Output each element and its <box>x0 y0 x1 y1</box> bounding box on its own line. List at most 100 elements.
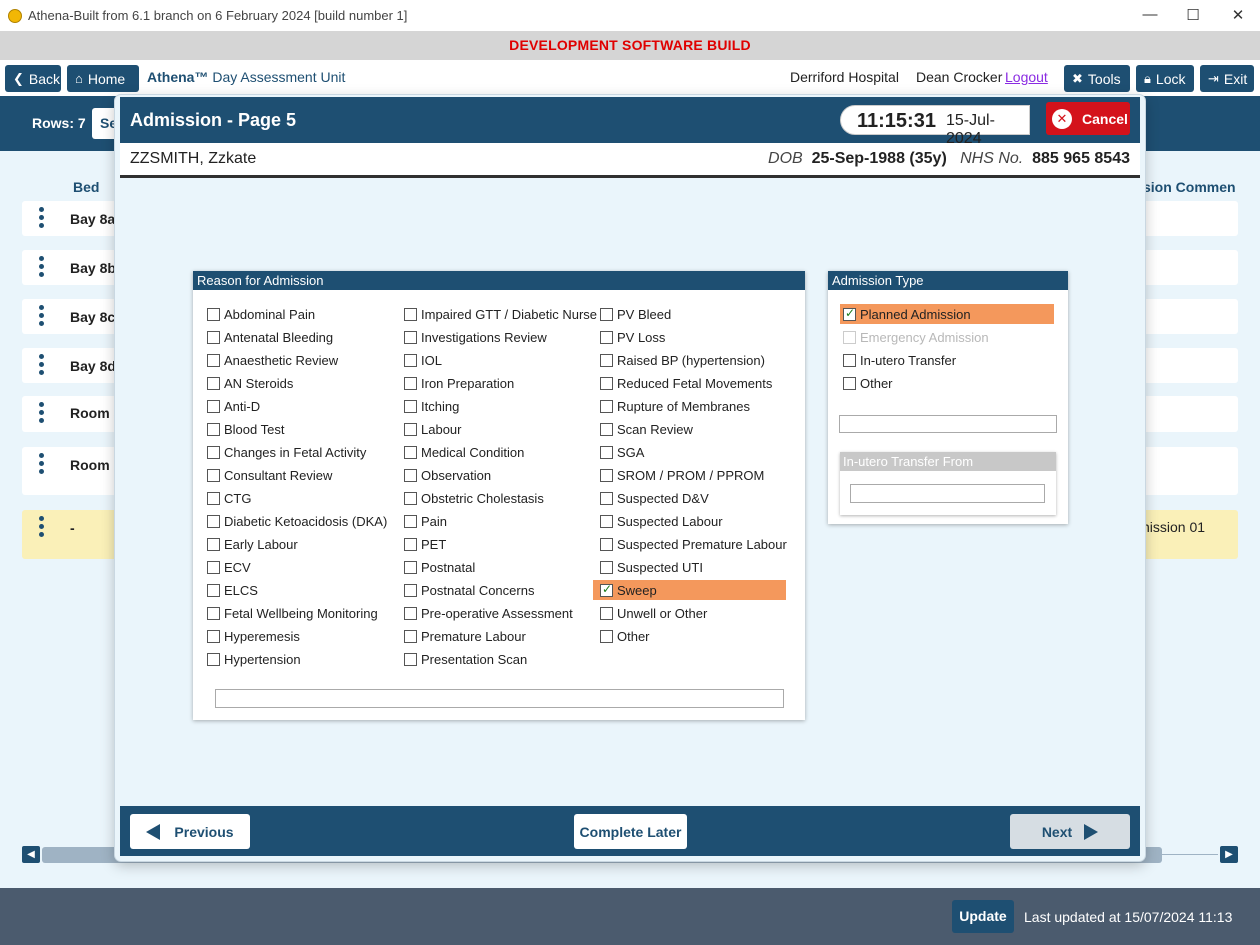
checkbox[interactable] <box>600 376 613 390</box>
reason-option-pet[interactable]: PET <box>404 534 446 554</box>
reason-option-early-labour[interactable]: Early Labour <box>207 534 298 554</box>
kebab-menu-icon[interactable] <box>39 354 45 378</box>
reason-option-srom-prom-pprom[interactable]: SROM / PROM / PPROM <box>600 465 764 485</box>
reason-option-observation[interactable]: Observation <box>404 465 491 485</box>
reason-option-suspected-uti[interactable]: Suspected UTI <box>600 557 703 577</box>
kebab-menu-icon[interactable] <box>39 402 45 426</box>
reason-option-sweep[interactable]: Sweep <box>593 580 786 600</box>
reason-option-elcs[interactable]: ELCS <box>207 580 258 600</box>
admission-type-in-utero-transfer[interactable]: In-utero Transfer <box>843 350 956 370</box>
checkbox[interactable] <box>207 399 220 413</box>
reason-option-itching[interactable]: Itching <box>404 396 459 416</box>
checkbox[interactable] <box>600 445 613 459</box>
checkbox[interactable] <box>404 652 417 666</box>
reason-option-pain[interactable]: Pain <box>404 511 447 531</box>
reason-option-pv-loss[interactable]: PV Loss <box>600 327 665 347</box>
checkbox[interactable] <box>207 652 220 666</box>
reason-option-medical-condition[interactable]: Medical Condition <box>404 442 524 462</box>
checkbox[interactable] <box>207 330 220 344</box>
reason-option-unwell-or-other[interactable]: Unwell or Other <box>600 603 707 623</box>
reason-option-hyperemesis[interactable]: Hyperemesis <box>207 626 300 646</box>
reason-option-raised-bp-hypertension[interactable]: Raised BP (hypertension) <box>600 350 765 370</box>
back-button[interactable]: ❮ Back <box>5 65 61 92</box>
checkbox[interactable] <box>404 491 417 505</box>
reason-option-labour[interactable]: Labour <box>404 419 461 439</box>
admission-type-planned-admission[interactable]: Planned Admission <box>840 304 1054 324</box>
lock-button[interactable]: 🔒︎ Lock <box>1136 65 1194 92</box>
reason-option-an-steroids[interactable]: AN Steroids <box>207 373 293 393</box>
previous-button[interactable]: Previous <box>130 814 250 849</box>
kebab-menu-icon[interactable] <box>39 207 45 231</box>
reason-option-rupture-of-membranes[interactable]: Rupture of Membranes <box>600 396 750 416</box>
reason-option-premature-labour[interactable]: Premature Labour <box>404 626 526 646</box>
checkbox[interactable] <box>404 537 417 551</box>
reason-option-diabetic-ketoacidosis-dka[interactable]: Diabetic Ketoacidosis (DKA) <box>207 511 387 531</box>
reason-option-iron-preparation[interactable]: Iron Preparation <box>404 373 514 393</box>
checkbox[interactable] <box>404 399 417 413</box>
checkbox[interactable] <box>600 330 613 344</box>
reason-option-suspected-labour[interactable]: Suspected Labour <box>600 511 723 531</box>
checkbox[interactable] <box>404 629 417 643</box>
checkbox[interactable] <box>600 491 613 505</box>
reason-option-obstetric-cholestasis[interactable]: Obstetric Cholestasis <box>404 488 544 508</box>
kebab-menu-icon[interactable] <box>39 256 45 280</box>
reason-option-reduced-fetal-movements[interactable]: Reduced Fetal Movements <box>600 373 772 393</box>
checkbox[interactable] <box>404 353 417 367</box>
scroll-left-icon[interactable]: ◀ <box>22 846 40 863</box>
reason-option-blood-test[interactable]: Blood Test <box>207 419 284 439</box>
checkbox[interactable] <box>207 560 220 574</box>
in-utero-transfer-input[interactable] <box>850 484 1045 503</box>
reason-option-ctg[interactable]: CTG <box>207 488 251 508</box>
checkbox[interactable] <box>404 422 417 436</box>
checkbox[interactable] <box>207 445 220 459</box>
home-button[interactable]: ⌂ Home <box>67 65 139 92</box>
checkbox[interactable] <box>404 583 417 597</box>
checkbox[interactable] <box>600 468 613 482</box>
next-button[interactable]: Next <box>1010 814 1130 849</box>
checkbox[interactable] <box>600 353 613 367</box>
minimize-button[interactable]: — <box>1140 6 1160 23</box>
checkbox[interactable] <box>404 330 417 344</box>
cancel-button[interactable]: ✕ Cancel <box>1046 102 1130 135</box>
checkbox[interactable] <box>600 422 613 436</box>
checkbox[interactable] <box>207 606 220 620</box>
update-button[interactable]: Update <box>952 900 1014 933</box>
checkbox[interactable] <box>843 306 856 321</box>
checkbox[interactable] <box>207 422 220 436</box>
checkbox[interactable] <box>207 629 220 643</box>
scroll-right-icon[interactable]: ▶ <box>1220 846 1238 863</box>
checkbox[interactable] <box>600 307 613 321</box>
checkbox[interactable] <box>207 376 220 390</box>
complete-later-button[interactable]: Complete Later <box>574 814 687 849</box>
reason-option-anaesthetic-review[interactable]: Anaesthetic Review <box>207 350 338 370</box>
reason-option-anti-d[interactable]: Anti-D <box>207 396 260 416</box>
exit-button[interactable]: ⇥ Exit <box>1200 65 1254 92</box>
checkbox[interactable] <box>404 445 417 459</box>
reason-option-abdominal-pain[interactable]: Abdominal Pain <box>207 304 315 324</box>
checkbox[interactable] <box>843 376 856 390</box>
checkbox[interactable] <box>600 606 613 620</box>
checkbox[interactable] <box>600 537 613 551</box>
tools-button[interactable]: ✖ Tools <box>1064 65 1130 92</box>
reason-option-ecv[interactable]: ECV <box>207 557 251 577</box>
maximize-button[interactable]: ☐ <box>1183 6 1203 24</box>
reason-option-scan-review[interactable]: Scan Review <box>600 419 693 439</box>
checkbox[interactable] <box>207 583 220 597</box>
checkbox[interactable] <box>207 514 220 528</box>
reason-option-fetal-wellbeing-monitoring[interactable]: Fetal Wellbeing Monitoring <box>207 603 378 623</box>
reason-option-changes-in-fetal-activity[interactable]: Changes in Fetal Activity <box>207 442 366 462</box>
kebab-menu-icon[interactable] <box>39 305 45 329</box>
checkbox[interactable] <box>207 537 220 551</box>
reason-option-postnatal-concerns[interactable]: Postnatal Concerns <box>404 580 534 600</box>
checkbox[interactable] <box>600 629 613 643</box>
checkbox[interactable] <box>404 514 417 528</box>
reason-option-suspected-premature-labour[interactable]: Suspected Premature Labour <box>600 534 787 554</box>
reason-option-suspected-d-v[interactable]: Suspected D&V <box>600 488 709 508</box>
reason-option-hypertension[interactable]: Hypertension <box>207 649 301 669</box>
checkbox[interactable] <box>404 468 417 482</box>
checkbox[interactable] <box>600 399 613 413</box>
reason-option-consultant-review[interactable]: Consultant Review <box>207 465 332 485</box>
admission-type-other-input[interactable] <box>839 415 1057 433</box>
checkbox[interactable] <box>404 560 417 574</box>
kebab-menu-icon[interactable] <box>39 453 45 477</box>
